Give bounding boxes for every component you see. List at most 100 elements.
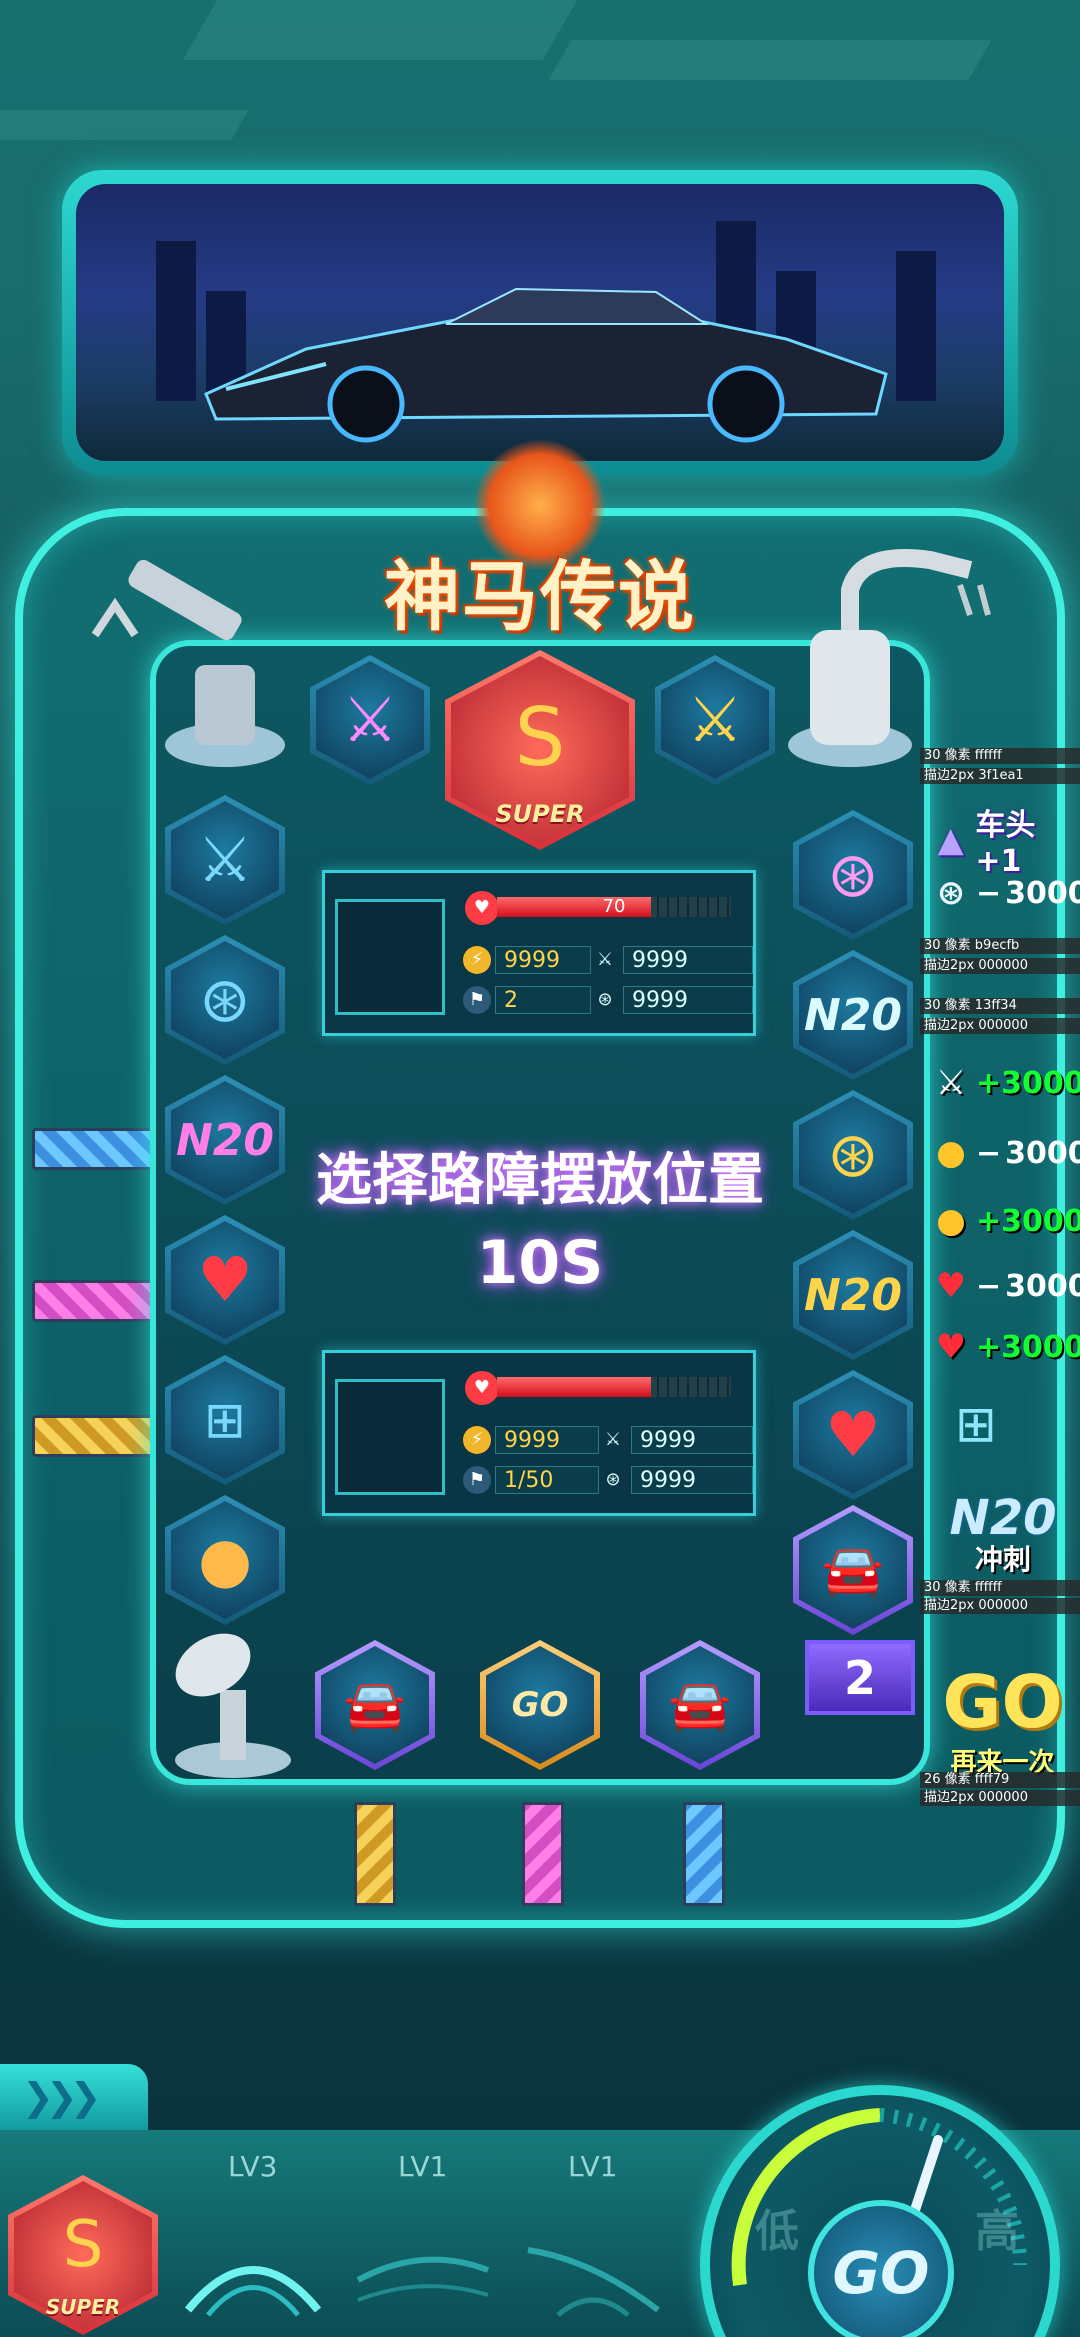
flag-icon: ⚑ [463,1466,491,1494]
legend-attack-plus-text: +3000 [976,1065,1080,1101]
legend-head-plus: ▲ 车头+1 [930,800,1080,879]
legend-heart-plus-text: +3000 [976,1329,1080,1365]
car-part-slot-3[interactable] [518,2190,668,2330]
speedometer-go-icon: GO [511,1685,569,1725]
attack-value: 9999 [623,946,753,974]
hp-bar: 70 [497,896,731,917]
heart-icon: ♥ [935,1327,967,1367]
hp-bar [497,1377,731,1397]
minus-sign: − [976,1268,1002,1304]
sword-blue-icon: ⚔ [197,823,253,896]
super-logo-icon: S [62,2208,104,2282]
race-car-image [204,287,888,443]
avatar [335,899,445,1015]
coin-icon: ⚡ [463,946,491,974]
coins-value: 9999 [495,946,591,974]
wheel-icon: ⊛ [936,873,966,913]
legend-coin-plus: ● +3000 [930,1200,1080,1242]
spec-note: 描边2px 3f1ea1 [920,768,1080,784]
sword-gold-icon: ⚔ [687,683,743,756]
flags-value: 1/50 [495,1466,599,1494]
heart-icon: ♥ [465,891,499,925]
legend-sprint-text: 冲刺 [974,1543,1031,1576]
car-part-slot-2[interactable] [348,2190,498,2330]
car-badge-icon: 🚘 [668,1676,732,1734]
legend-wheel-minus: ⊛ −3000 [930,872,1080,914]
stat-row-flags: ⚑ 1/50 ⊛ 9999 [463,1465,753,1495]
wheel-blue-icon: ⊛ [199,963,251,1036]
coin-icon: ● [936,1133,966,1173]
coin-icon: ● [936,1201,966,1241]
avatar [335,1379,445,1495]
game-screen: 神马传说 ⚔ S SUPER ⚔ ⚔ ⊛ N20 ♥ ⊞ ● ⊛ N20 ⊛ N… [0,0,1080,2337]
spec-note: 30 像素 ffffff [920,1580,1080,1596]
minus-sign: − [976,875,1002,911]
car-part-slot-1[interactable] [178,2190,328,2330]
flag-icon: ⚑ [463,986,491,1014]
slot-level-label: LV3 [228,2150,278,2183]
go-button[interactable]: GO [808,2200,954,2337]
legend-coin-minus: ● −3000 [930,1132,1080,1174]
spec-note: 30 像素 ffffff [920,748,1080,764]
spec-note: 描边2px 000000 [920,1018,1080,1034]
spec-note: 描边2px 000000 [920,1598,1080,1614]
barrier-icon: ⊞ [204,1391,246,1449]
sword-icon: ⚔ [604,1429,622,1450]
legend-heart-minus-text: 3000 [1005,1268,1080,1304]
double-chevron-right-icon: ❯❯❯ [22,2075,101,2119]
car-badge-icon: 🚘 [343,1676,407,1734]
hp-value: 70 [602,896,626,917]
game-logo: 神马传说 [340,440,740,641]
top-banner [62,170,1018,475]
legend-coin-plus-text: +3000 [976,1203,1080,1239]
bomb-icon: ● [197,1523,253,1596]
coin-icon: ⚡ [463,1426,491,1454]
wheels-value: 9999 [623,986,753,1014]
satellite-dish-icon [175,1633,291,1778]
wheel-icon: ⊛ [605,1469,621,1490]
spec-note: 描边2px 000000 [920,958,1080,974]
placement-prompt: 选择路障摆放位置 [316,1148,764,1213]
stat-row-coins: ⚡ 9999 ⚔ 9999 [463,1425,753,1455]
legend-go-icon: GO [942,1660,1063,1744]
wheels-value: 9999 [631,1466,753,1494]
spec-note: 30 像素 13ff34 [920,998,1080,1014]
game-title: 神马传说 [384,552,696,641]
lane-marker-gold-vertical[interactable] [354,1802,396,1906]
wheel-icon: ⊛ [597,989,613,1010]
player-panel-self: ♥ ⚡ 9999 ⚔ 9999 ⚑ 1/50 ⊛ 9999 [322,1350,756,1516]
legend-heart-plus: ♥ +3000 [930,1326,1080,1368]
attack-value: 9999 [631,1426,753,1454]
gauge-high-label: 高 [975,2206,1019,2257]
bg-stripe [0,110,249,140]
player-panel-opponent: ♥ 70 ⚡ 9999 ⚔ 9999 ⚑ 2 ⊛ 9999 [322,870,756,1036]
hp-bar-fill [497,1377,652,1397]
sword-icon: ⚔ [596,949,614,970]
legend-wheel-minus-text: 3000 [1005,875,1080,911]
bg-stripe [548,40,992,80]
car-badge-icon: 🚘 [821,1541,885,1599]
spec-note: 描边2px 000000 [920,1790,1080,1806]
bg-stripe [182,0,578,60]
legend-heart-minus: ♥ −3000 [930,1265,1080,1307]
slot-level-label: LV1 [568,2150,618,2183]
super-logo-icon: S [514,691,566,784]
stat-row-flags: ⚑ 2 ⊛ 9999 [463,985,753,1015]
barrier-icon: ⊞ [955,1395,997,1453]
n2o-teal-icon: N20 [803,989,903,1041]
expand-arrow-button[interactable]: ❯❯❯ [0,2064,148,2130]
stat-row-coins: ⚡ 9999 ⚔ 9999 [463,945,753,975]
sword-pink-icon: ⚔ [342,683,398,756]
slot-level-label: LV1 [398,2150,448,2183]
gauge-low-label: 低 [755,2206,799,2257]
coins-value: 9999 [495,1426,599,1454]
lane-marker-pink-vertical[interactable] [522,1802,564,1906]
legend-head-plus-text: 车头+1 [975,808,1036,879]
sword-icon: ⚔ [935,1063,967,1103]
spec-note: 26 像素 ffff79 [920,1772,1080,1788]
lane-marker-blue-vertical[interactable] [683,1802,725,1906]
spec-note: 30 像素 b9ecfb [920,938,1080,954]
heart-icon: ♥ [465,1371,499,1405]
car-showcase [76,184,1004,461]
arrow-up-icon: ▲ [937,819,964,860]
